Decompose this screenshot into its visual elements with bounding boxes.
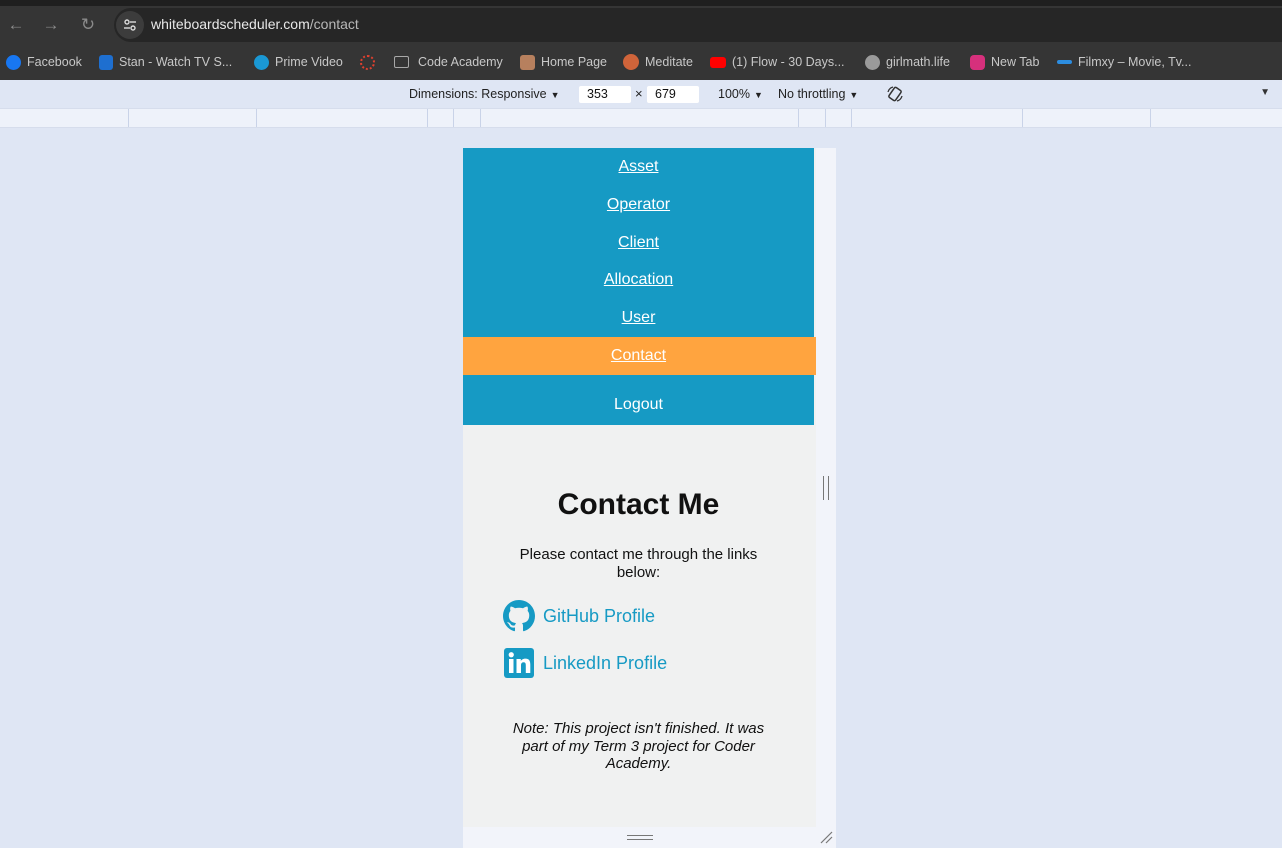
nav-link-operator[interactable]: Operator [463, 196, 814, 214]
throttling-select[interactable]: No throttling ▼ [778, 87, 858, 101]
github-link-label: GitHub Profile [543, 605, 656, 626]
prime-video-icon [254, 54, 269, 70]
rotate-icon[interactable] [886, 85, 904, 103]
bookmark-prime-video[interactable]: Prime Video [254, 52, 343, 72]
bookmark-folder-code-academy[interactable]: Code Academy [394, 52, 503, 72]
dimension-separator: × [635, 86, 643, 101]
bookmark-facebook[interactable]: Facebook [6, 52, 82, 72]
instagram-icon [970, 54, 985, 70]
bottom-resize-handle[interactable] [627, 835, 653, 840]
github-link[interactable]: GitHub Profile [503, 600, 655, 632]
site-settings-icon[interactable] [116, 11, 144, 39]
width-input[interactable]: 353 [579, 86, 631, 103]
bookmark-stan[interactable]: Stan - Watch TV S... [99, 52, 232, 72]
project-note: Note: This project isn't finished. It wa… [512, 720, 765, 772]
filmxy-icon [1057, 60, 1072, 64]
device-toolbar-menu-icon[interactable]: ▼ [1260, 87, 1270, 98]
bookmark-filmxy[interactable]: Filmxy – Movie, Tv... [1057, 52, 1191, 72]
back-button[interactable]: ← [4, 13, 28, 37]
chevron-down-icon: ▼ [550, 90, 560, 100]
height-input[interactable]: 679 [647, 86, 699, 103]
nav-link-asset[interactable]: Asset [463, 158, 814, 176]
stan-icon [99, 54, 113, 70]
linkedin-link[interactable]: LinkedIn Profile [503, 647, 667, 679]
home-page-icon [520, 54, 535, 70]
linkedin-link-label: LinkedIn Profile [543, 652, 668, 673]
bookmark-youtube-flow[interactable]: (1) Flow - 30 Days... [710, 52, 845, 72]
nav-item-contact-active[interactable]: Contact [463, 337, 816, 375]
chevron-down-icon: ▼ [849, 90, 859, 100]
folder-icon [394, 56, 409, 68]
contact-intro: Please contact me through the links belo… [519, 546, 758, 581]
site-nav: Asset Operator Client Allocation User Co… [463, 148, 816, 425]
bookmark-meditate[interactable]: Meditate [623, 52, 693, 72]
github-icon [503, 600, 535, 632]
bookmark-unnamed[interactable] [360, 52, 375, 72]
bookmark-home-page[interactable]: Home Page [520, 52, 607, 72]
logout-button[interactable]: Logout [463, 396, 814, 414]
nav-link-user[interactable]: User [463, 309, 814, 327]
emulated-viewport: Asset Operator Client Allocation User Co… [463, 148, 816, 827]
device-toolbar: Dimensions: Responsive ▼ 353 × 679 100% ▼ … [0, 80, 1282, 108]
nav-link-client[interactable]: Client [463, 234, 814, 252]
linkedin-icon [504, 648, 534, 678]
bookmark-new-tab[interactable]: New Tab [970, 52, 1039, 72]
right-resize-handle[interactable] [823, 476, 829, 500]
dotted-circle-icon [360, 54, 375, 70]
youtube-icon [710, 56, 726, 68]
dimensions-select[interactable]: Dimensions: Responsive ▼ [409, 87, 559, 101]
facebook-icon [6, 54, 21, 70]
reload-button[interactable]: ↻ [76, 13, 100, 37]
corner-resize-icon[interactable] [819, 830, 833, 844]
page-title: Contact Me [557, 488, 720, 521]
nav-link-allocation[interactable]: Allocation [463, 271, 814, 289]
media-query-bar[interactable] [0, 108, 1282, 128]
bookmark-girlmath[interactable]: girlmath.life [865, 52, 950, 72]
url-text: whiteboardscheduler.com/contact [151, 16, 359, 32]
bookmarks-bar: Facebook Stan - Watch TV S... Prime Vide… [0, 44, 1282, 80]
forward-button[interactable]: → [39, 13, 63, 37]
nav-link-contact[interactable]: Contact [463, 347, 814, 365]
address-bar[interactable]: whiteboardscheduler.com/contact [114, 8, 1282, 42]
browser-toolbar: ← → ↻ whiteboardscheduler.com/contact [0, 6, 1282, 44]
zoom-select[interactable]: 100% ▼ [718, 87, 763, 101]
chevron-down-icon: ▼ [753, 90, 763, 100]
globe-icon [865, 54, 880, 70]
meditate-icon [623, 54, 639, 70]
